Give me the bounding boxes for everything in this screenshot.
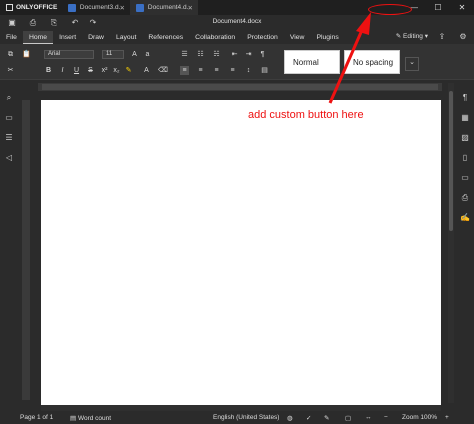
annotation-label: add custom button here: [248, 109, 364, 121]
annotation-arrow-icon: [328, 12, 371, 104]
